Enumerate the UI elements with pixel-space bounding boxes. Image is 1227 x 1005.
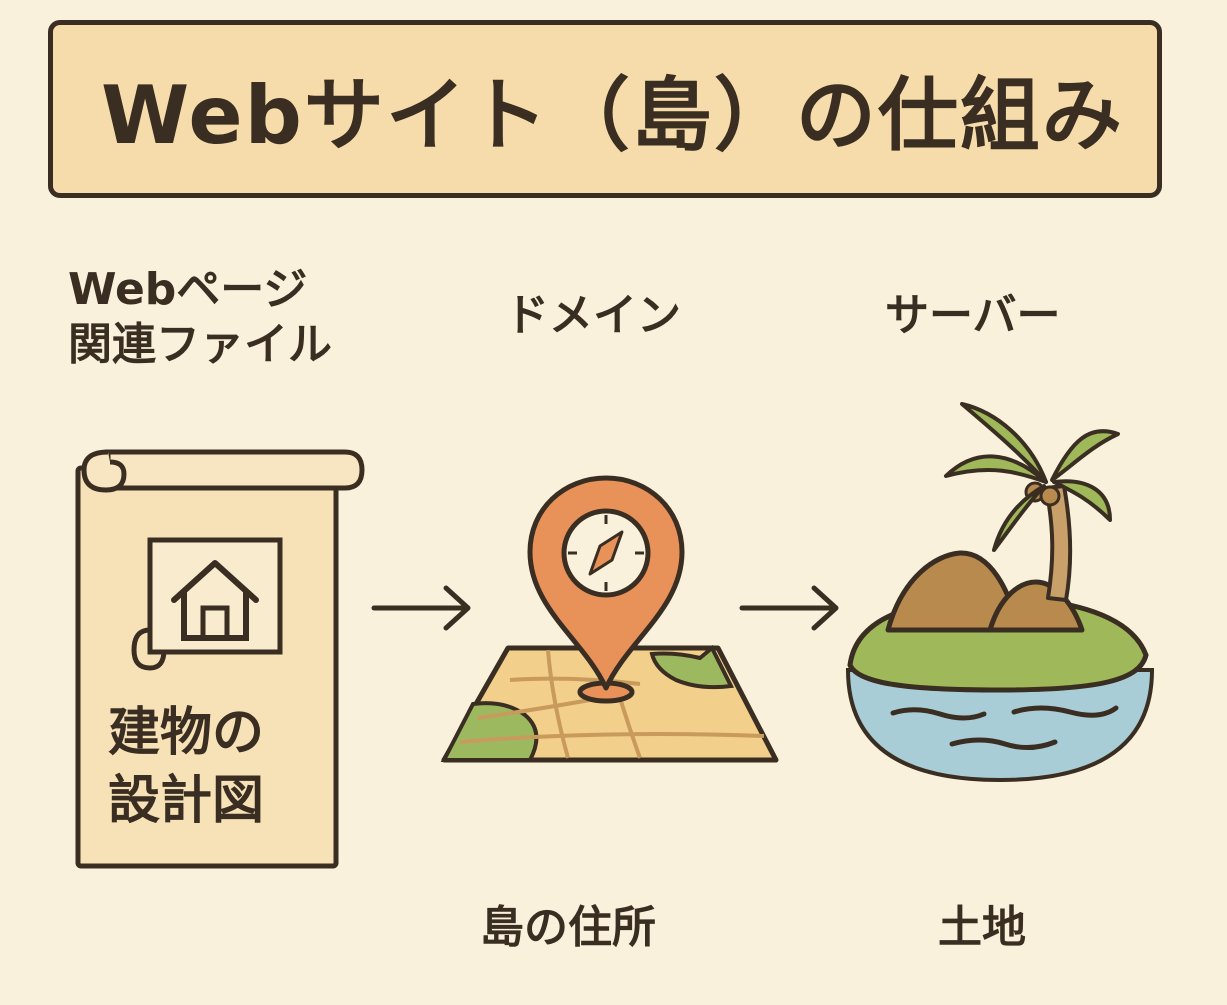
blueprint-caption: 建物の 設計図 [108, 700, 264, 835]
address-caption: 島の住所 [480, 902, 656, 953]
blueprint-caption-line-2: 設計図 [108, 770, 265, 831]
blueprint-caption-line-1: 建物の [108, 703, 265, 763]
arrow-right-icon [371, 585, 471, 631]
arrow-right-icon [739, 585, 839, 631]
map-pin-icon [440, 475, 779, 763]
island-icon [845, 402, 1155, 783]
land-caption: 土地 [938, 902, 1026, 953]
diagram-art [75, 402, 1155, 869]
